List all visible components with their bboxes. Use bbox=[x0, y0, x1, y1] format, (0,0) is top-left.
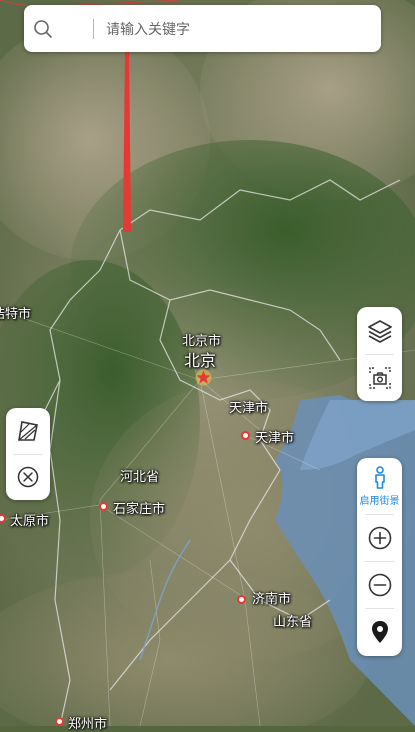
place-label-shijiazhuang: 石家庄市 bbox=[113, 502, 166, 517]
layers-icon bbox=[367, 319, 392, 343]
place-label-hebei: 河北省 bbox=[120, 470, 160, 485]
map-tools-panel bbox=[357, 307, 402, 401]
zoom-out-button[interactable] bbox=[357, 561, 402, 608]
place-label-shandong: 山东省 bbox=[273, 615, 313, 630]
minus-circle-icon bbox=[368, 573, 391, 596]
place-label-tianjin-city: 天津市 bbox=[229, 401, 269, 416]
clear-button[interactable] bbox=[6, 454, 50, 500]
street-view-label: 启用街景 bbox=[359, 495, 400, 507]
place-label-jinan: 济南市 bbox=[252, 592, 292, 607]
place-label-taiyuan: 太原市 bbox=[10, 514, 50, 529]
plus-circle-icon bbox=[368, 526, 391, 549]
place-label-tianjin: 天津市 bbox=[255, 431, 295, 446]
draw-tools-panel bbox=[6, 408, 50, 500]
city-dot bbox=[99, 502, 108, 511]
city-dot bbox=[55, 717, 64, 726]
search-divider bbox=[93, 19, 94, 39]
screenshot-button[interactable] bbox=[357, 354, 402, 401]
person-icon bbox=[374, 465, 385, 489]
camera-frame-icon bbox=[368, 366, 391, 389]
draw-area-button[interactable] bbox=[6, 408, 50, 454]
zoom-in-button[interactable] bbox=[357, 514, 402, 561]
search-input[interactable] bbox=[104, 14, 368, 46]
guide-arrow bbox=[115, 26, 139, 232]
city-dot bbox=[237, 595, 246, 604]
draw-area-icon bbox=[18, 421, 38, 441]
zoom-panel: 启用街景 bbox=[357, 458, 402, 656]
place-label-beijing: 北京 bbox=[184, 351, 217, 370]
street-view-button[interactable]: 启用街景 bbox=[357, 458, 402, 514]
search-bar[interactable] bbox=[24, 5, 381, 52]
location-pin-icon bbox=[371, 621, 388, 643]
city-dot bbox=[241, 431, 250, 440]
search-icon bbox=[34, 20, 52, 38]
layers-button[interactable] bbox=[357, 307, 402, 354]
close-circle-icon bbox=[17, 466, 39, 488]
capital-star-icon bbox=[195, 369, 212, 386]
place-label-zhengzhou: 郑州市 bbox=[68, 717, 108, 732]
locate-button[interactable] bbox=[357, 608, 402, 656]
place-label-hohhot: 浩特市 bbox=[0, 307, 32, 322]
